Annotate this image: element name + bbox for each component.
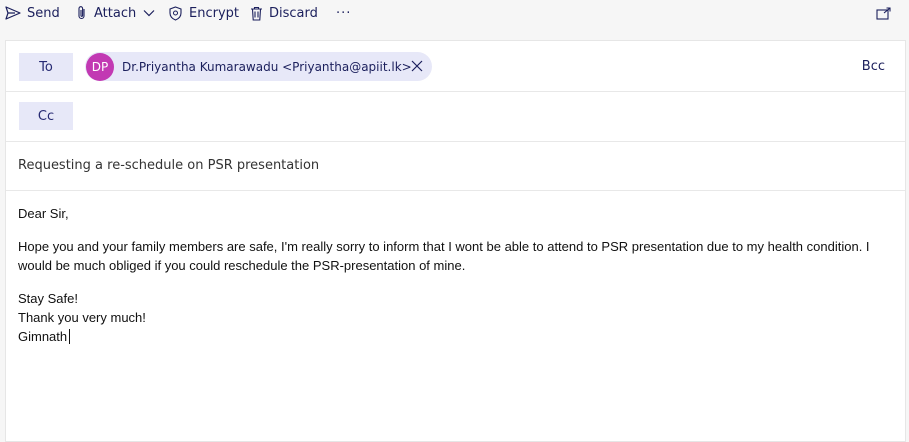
recipient-chip[interactable]: DP Dr.Priyantha Kumarawadu <Priyantha@ap… [85,52,432,81]
more-icon: ··· [336,5,352,21]
attach-icon [78,6,85,20]
text-cursor [69,329,71,344]
send-label: Send [27,5,60,21]
attach-label: Attach [94,5,137,21]
encrypt-icon [169,5,182,21]
close-icon[interactable] [410,59,424,73]
compose-pane: To DP Dr.Priyantha Kumarawadu <Priyantha… [5,40,906,442]
encrypt-button[interactable]: Encrypt [168,3,239,23]
popout-button[interactable] [876,3,891,23]
cc-button[interactable]: Cc [19,102,73,130]
body-paragraph: Hope you and your family members are saf… [18,239,870,273]
more-options-button[interactable]: ··· [336,3,351,23]
chevron-down-icon[interactable] [143,9,155,17]
signature-text: Gimnath [18,329,68,344]
subject-row[interactable]: Requesting a re-schedule on PSR presenta… [6,141,905,191]
closing-line-1: Stay Safe! [18,291,78,306]
attach-button[interactable]: Attach [76,3,155,23]
discard-label: Discard [269,5,318,21]
signature-line: Gimnath [18,327,898,346]
send-icon [5,6,21,20]
compose-toolbar: Send Attach Encrypt Discard ··· [0,0,909,28]
send-button[interactable]: Send [5,3,60,23]
to-button[interactable]: To [19,53,73,81]
avatar: DP [86,52,114,81]
encrypt-label: Encrypt [189,5,239,21]
trash-icon [251,6,262,21]
bcc-button[interactable]: Bcc [862,59,885,74]
to-row: To DP Dr.Priyantha Kumarawadu <Priyantha… [6,41,905,92]
subject-field[interactable]: Requesting a re-schedule on PSR presenta… [18,158,319,173]
message-body[interactable]: Dear Sir, Hope you and your family membe… [18,204,898,346]
discard-button[interactable]: Discard [250,3,318,23]
cc-row: Cc [6,91,905,142]
greeting-line: Dear Sir, [18,206,69,221]
closing-line-2: Thank you very much! [18,310,146,325]
popout-icon [876,6,891,20]
recipient-name: Dr.Priyantha Kumarawadu <Priyantha@apiit… [122,59,412,74]
